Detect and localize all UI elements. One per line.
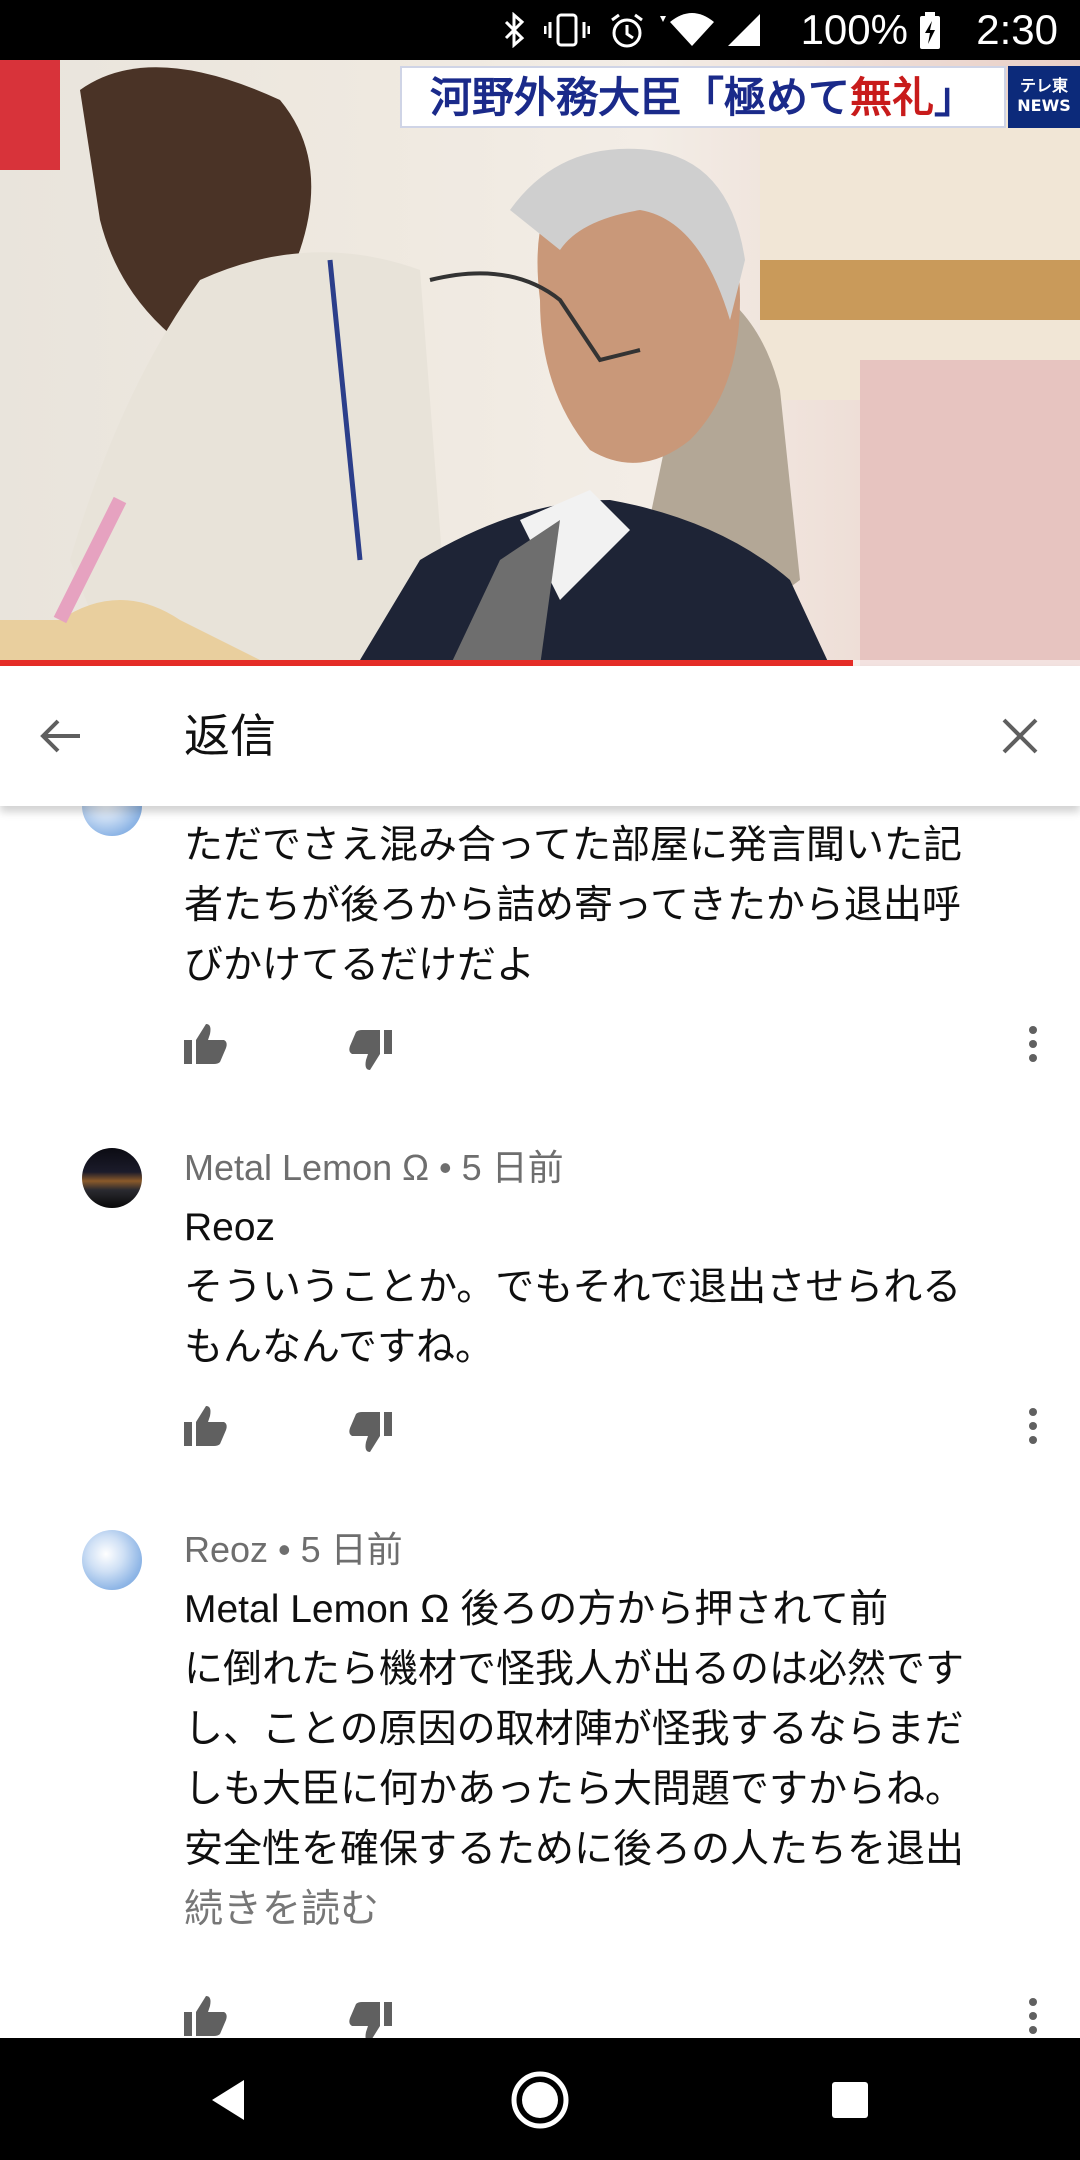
- home-circle-icon[interactable]: [508, 2068, 572, 2132]
- wifi-icon: [660, 13, 714, 46]
- caption-text-1: 河野外務大臣「極めて: [429, 73, 850, 122]
- header-title: 返信: [184, 709, 276, 763]
- thumbs-down-icon[interactable]: [344, 1996, 396, 2038]
- arrow-left-icon: [40, 719, 80, 753]
- comment-author[interactable]: Metal Lemon Ω: [184, 1147, 429, 1188]
- vibrate-icon: [544, 13, 590, 47]
- more-options-icon[interactable]: [1018, 1400, 1048, 1452]
- thumbs-down-icon[interactable]: [344, 1406, 396, 1458]
- reply-to-mention[interactable]: Reoz: [184, 1198, 1014, 1258]
- more-options-icon[interactable]: [1018, 1018, 1048, 1070]
- thumbs-up-icon[interactable]: [180, 1400, 232, 1452]
- comment-text: ただでさえ混み合ってた部屋に発言聞いた記 者たちが後ろから詰め寄ってきたから退出…: [184, 824, 963, 987]
- back-triangle-icon[interactable]: [198, 2068, 262, 2132]
- comment-actions: [0, 1018, 1080, 1078]
- clock: 2:30: [976, 6, 1058, 53]
- thumbs-up-icon[interactable]: [180, 1018, 232, 1070]
- more-options-icon[interactable]: [1018, 1990, 1048, 2038]
- comment-time: 5 日前: [300, 1529, 403, 1570]
- avatar[interactable]: [82, 806, 142, 836]
- comment-meta: Reoz • 5 日前: [184, 1529, 403, 1570]
- logo-line-2: NEWS: [1017, 96, 1071, 115]
- caption-text-2: 無礼: [849, 73, 934, 122]
- recents-square-icon[interactable]: [818, 2068, 882, 2132]
- system-nav-bar: [0, 2038, 1080, 2160]
- comment-time: 5 日前: [461, 1147, 564, 1188]
- news-caption: 河野外務大臣「極めて無礼」: [400, 66, 1006, 128]
- read-more-link[interactable]: 続きを読む: [184, 1880, 379, 1940]
- thumbs-down-icon[interactable]: [344, 1024, 396, 1076]
- close-button[interactable]: [988, 704, 1052, 768]
- comment-text: Metal Lemon Ω 後ろの方から押されて前 に倒れたら機材で怪我人が出る…: [184, 1588, 965, 1871]
- channel-logo: テレ東 NEWS: [1008, 66, 1080, 128]
- avatar[interactable]: [82, 1148, 142, 1208]
- comment-meta: Metal Lemon Ω • 5 日前: [184, 1147, 564, 1188]
- logo-line-1: テレ東: [1019, 76, 1068, 95]
- avatar[interactable]: [82, 1530, 142, 1590]
- thumbs-up-icon[interactable]: [180, 1990, 232, 2038]
- close-icon: [1002, 718, 1038, 754]
- comment-text: Reoz そういうことか。でもそれで退出させられる もんなんですね。: [184, 1198, 1014, 1378]
- replies-list[interactable]: ただでさえ混み合ってた部屋に発言聞いた記 者たちが後ろから詰め寄ってきたから退出…: [0, 806, 1080, 2038]
- replies-header: 返信: [0, 666, 1080, 806]
- back-button[interactable]: [30, 704, 94, 768]
- comment-actions: [0, 1400, 1080, 1460]
- alarm-icon: [611, 13, 643, 48]
- comment-author[interactable]: Reoz: [184, 1529, 268, 1570]
- signal-icon: [728, 14, 760, 46]
- status-bar: 100% 2:30: [0, 0, 1080, 60]
- video-frame: [0, 60, 1080, 666]
- battery-charging-icon: [920, 12, 940, 49]
- bluetooth-icon: [504, 12, 525, 48]
- caption-text-3: 」: [934, 73, 977, 122]
- video-player[interactable]: 河野外務大臣「極めて無礼」 テレ東 NEWS: [0, 60, 1080, 666]
- comment-actions: [0, 1990, 1080, 2038]
- battery-percent: 100%: [800, 6, 908, 53]
